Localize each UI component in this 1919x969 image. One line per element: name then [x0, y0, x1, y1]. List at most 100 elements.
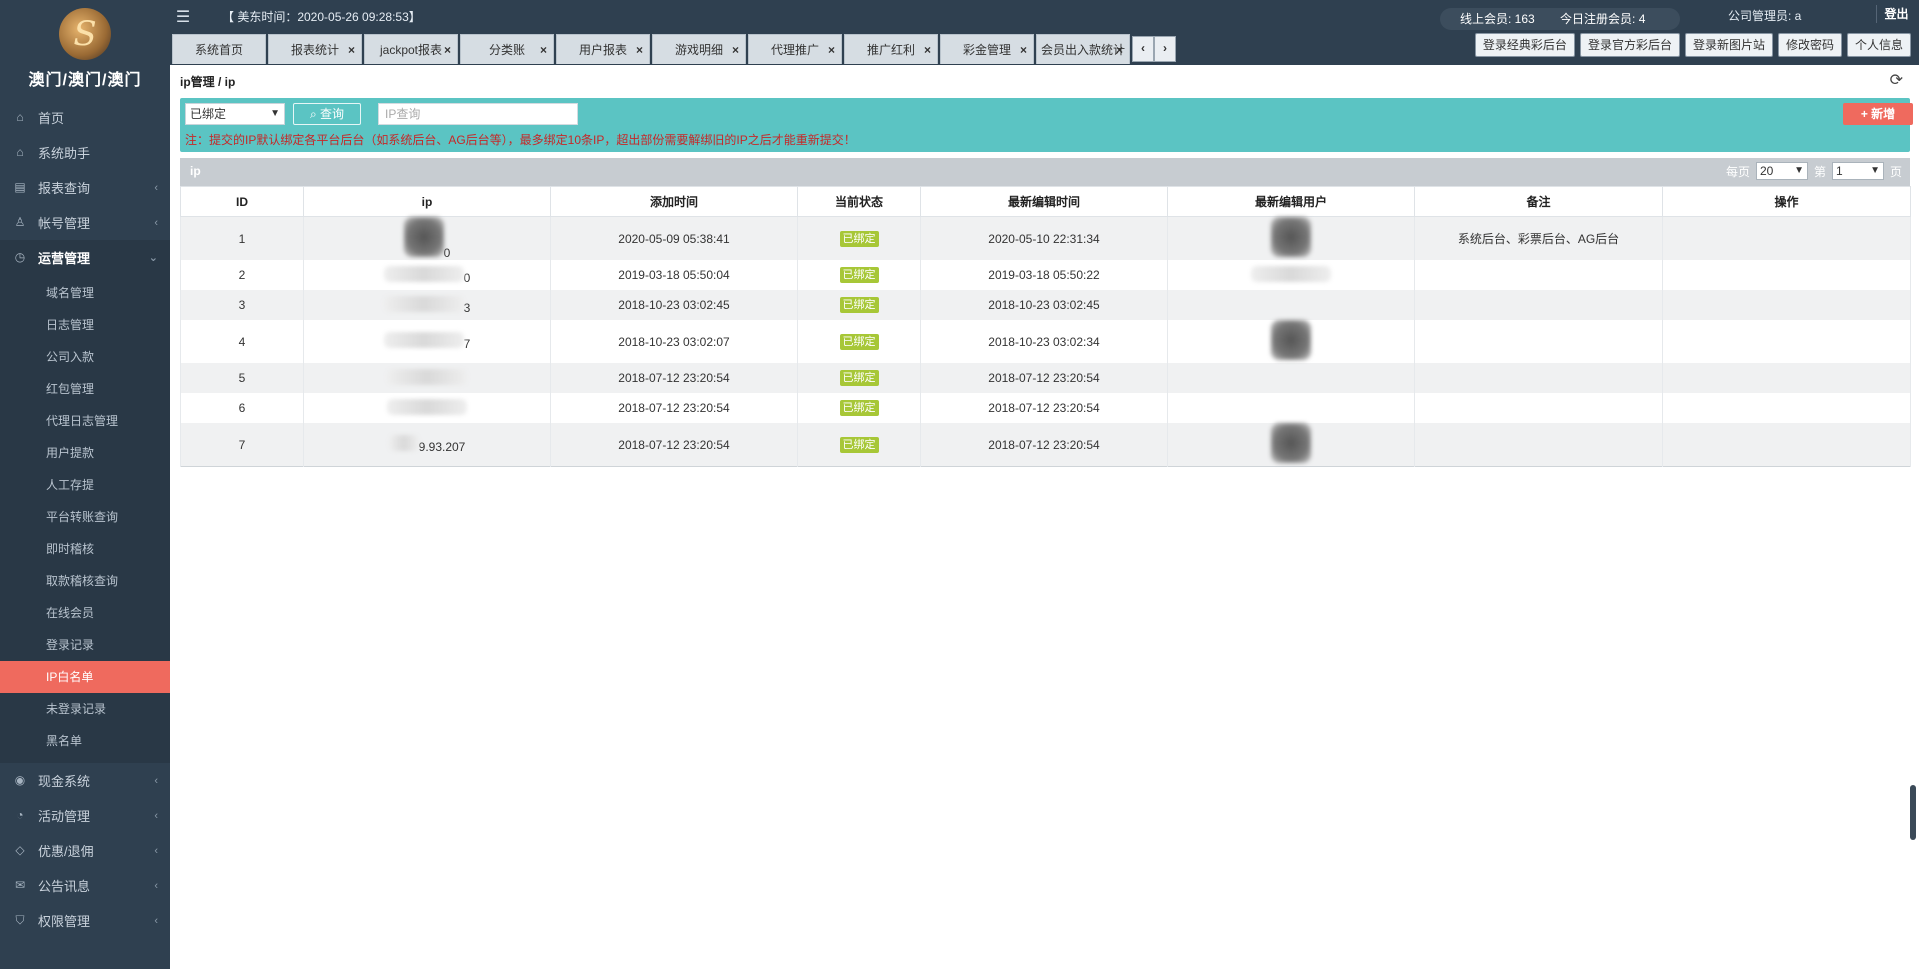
sidebar-sub-item[interactable]: 平台转账查询	[0, 501, 170, 533]
menu-icon[interactable]: ☰	[173, 7, 193, 27]
cell-added: 2020-05-09 05:38:41	[550, 216, 798, 260]
close-icon[interactable]: ×	[348, 35, 355, 65]
scrollbar-thumb[interactable]	[1910, 785, 1916, 840]
cell-ip-text: 0	[463, 270, 471, 285]
cell-edited: 2018-07-12 23:20:54	[920, 363, 1168, 393]
cell-editor	[1167, 363, 1415, 393]
column-header[interactable]: 操作	[1662, 186, 1911, 217]
cell-edited: 2018-07-12 23:20:54	[920, 423, 1168, 467]
binding-note: 注：提交的IP默认绑定各平台后台（如系统后台、AG后台等），最多绑定10条IP，…	[185, 133, 856, 147]
sidebar-item-permissions[interactable]: ⛉ 权限管理 ‹	[0, 903, 170, 938]
column-header[interactable]: 添加时间	[550, 186, 798, 217]
cell-actions	[1662, 363, 1911, 393]
tab-jackpot[interactable]: jackpot报表 ×	[364, 34, 458, 64]
cell-actions	[1662, 216, 1911, 260]
column-header[interactable]: 当前状态	[797, 186, 921, 217]
close-icon[interactable]: ×	[636, 35, 643, 65]
sidebar-sub-item[interactable]: 取款稽核查询	[0, 565, 170, 597]
search-button[interactable]: ⌕ 查询	[293, 103, 361, 125]
table-row: 3 3 2018-10-23 03:02:45 已绑定 2018-10-23 0…	[180, 290, 1911, 320]
column-header[interactable]: 备注	[1414, 186, 1663, 217]
home-icon: ⌂	[16, 109, 24, 124]
tab-ledger[interactable]: 分类账 ×	[460, 34, 554, 64]
sidebar-sub-list: 域名管理 日志管理 公司入款 红包管理 代理日志管理 用户提款 人工存提 平台转…	[0, 275, 170, 763]
cell-editor	[1167, 290, 1415, 320]
close-icon[interactable]: ×	[924, 35, 931, 65]
tab-member-cashflow[interactable]: 会员出入款统计 ×	[1036, 34, 1130, 64]
sidebar-sub-item[interactable]: 黑名单	[0, 725, 170, 757]
column-header[interactable]: ID	[180, 186, 304, 217]
sidebar-sub-item[interactable]: 用户提款	[0, 437, 170, 469]
per-page-select[interactable]: 20 ▼	[1755, 162, 1808, 180]
sidebar-item-operations[interactable]: ◷ 运营管理 ⌄	[0, 240, 170, 275]
column-header[interactable]: 最新编辑用户	[1167, 186, 1415, 217]
close-icon[interactable]: ×	[732, 35, 739, 65]
login-new-image-site-button[interactable]: 登录新图片站	[1684, 33, 1773, 57]
breadcrumb: ip管理 / ip	[180, 75, 236, 89]
sidebar-item-label: 活动管理	[38, 809, 91, 824]
sidebar-sub-item[interactable]: 代理日志管理	[0, 405, 170, 437]
sidebar-sub-item[interactable]: 登录记录	[0, 629, 170, 661]
sidebar-sub-item[interactable]: 人工存提	[0, 469, 170, 501]
tab-system-home[interactable]: 系统首页	[172, 34, 266, 64]
close-icon[interactable]: ×	[1020, 35, 1027, 65]
login-official-lottery-button[interactable]: 登录官方彩后台	[1579, 33, 1680, 57]
close-icon[interactable]: ×	[1116, 35, 1123, 65]
status-select[interactable]: 已绑定 ▼	[185, 103, 285, 125]
login-classic-lottery-button[interactable]: 登录经典彩后台	[1474, 33, 1575, 57]
chevron-left-icon[interactable]: ‹	[1132, 36, 1154, 62]
tab-game-detail[interactable]: 游戏明细 ×	[652, 34, 746, 64]
sidebar-sub-item[interactable]: 即时稽核	[0, 533, 170, 565]
tab-agent-promo[interactable]: 代理推广 ×	[748, 34, 842, 64]
redacted-user	[1271, 320, 1311, 360]
close-icon[interactable]: ×	[828, 35, 835, 65]
shield-icon: ⛉	[15, 912, 25, 927]
tab-label: 会员出入款统计	[1040, 43, 1125, 57]
chevron-down-icon: ⌄	[148, 252, 158, 264]
sidebar-sub-item[interactable]: 未登录记录	[0, 693, 170, 725]
status-select-value: 已绑定	[190, 107, 227, 121]
tab-promo-bonus[interactable]: 推广红利 ×	[844, 34, 938, 64]
column-header[interactable]: 最新编辑时间	[920, 186, 1168, 217]
chevron-right-icon[interactable]: ›	[1154, 36, 1176, 62]
sidebar-item-reports[interactable]: ▤ 报表查询 ‹	[0, 170, 170, 205]
sidebar-item-announcements[interactable]: ✉ 公告讯息 ‹	[0, 868, 170, 903]
column-header[interactable]: ip	[303, 186, 551, 217]
cell-ip: 7	[303, 320, 551, 363]
tab-report-stats[interactable]: 报表统计 ×	[268, 34, 362, 64]
close-icon[interactable]: ×	[444, 35, 451, 65]
sidebar-item-accounts[interactable]: ♙ 帐号管理 ‹	[0, 205, 170, 240]
sidebar-item-activities[interactable]: ◔ 活动管理 ‹	[0, 798, 170, 833]
tab-user-report[interactable]: 用户报表 ×	[556, 34, 650, 64]
sidebar-item-promotions[interactable]: ◇ 优惠/退佣 ‹	[0, 833, 170, 868]
cell-actions	[1662, 260, 1911, 290]
add-button[interactable]: + 新增	[1843, 103, 1913, 125]
sidebar-sub-item[interactable]: 红包管理	[0, 373, 170, 405]
cell-ip: 3	[303, 290, 551, 320]
sidebar-item-assistant[interactable]: ⌂ 系统助手	[0, 135, 170, 170]
sidebar-sub-item[interactable]: 公司入款	[0, 341, 170, 373]
sidebar-sub-item[interactable]: 在线会员	[0, 597, 170, 629]
page-select[interactable]: 1 ▼	[1831, 162, 1884, 180]
sidebar-sub-item-ip-whitelist[interactable]: IP白名单	[0, 661, 170, 693]
profile-button[interactable]: 个人信息	[1846, 33, 1911, 57]
tab-jackpot-manage[interactable]: 彩金管理 ×	[940, 34, 1034, 64]
refresh-icon[interactable]: ⟳	[1890, 70, 1903, 90]
sidebar-sub-item[interactable]: 日志管理	[0, 309, 170, 341]
sidebar-sub-item[interactable]: 域名管理	[0, 277, 170, 309]
sidebar-item-cash[interactable]: ◉ 现金系统 ‹	[0, 763, 170, 798]
sidebar-item-label: 公告讯息	[38, 879, 91, 894]
ip-search-input[interactable]	[378, 103, 578, 125]
tab-label: 用户报表	[578, 43, 627, 57]
cell-status: 已绑定	[797, 260, 921, 290]
close-icon[interactable]: ×	[540, 35, 547, 65]
cell-status: 已绑定	[797, 320, 921, 363]
chevron-down-icon: ▼	[1794, 165, 1804, 176]
change-password-button[interactable]: 修改密码	[1777, 33, 1842, 57]
cell-note	[1414, 320, 1663, 363]
cell-editor	[1167, 260, 1415, 290]
cell-status: 已绑定	[797, 363, 921, 393]
sidebar: 澳门/澳门/澳门 ⌂ 首页 ⌂ 系统助手 ▤ 报表查询 ‹ ♙ 帐号管理 ‹ ◷…	[0, 0, 170, 969]
sidebar-item-home[interactable]: ⌂ 首页	[0, 100, 170, 135]
logout-button[interactable]: 登出	[1876, 5, 1916, 23]
